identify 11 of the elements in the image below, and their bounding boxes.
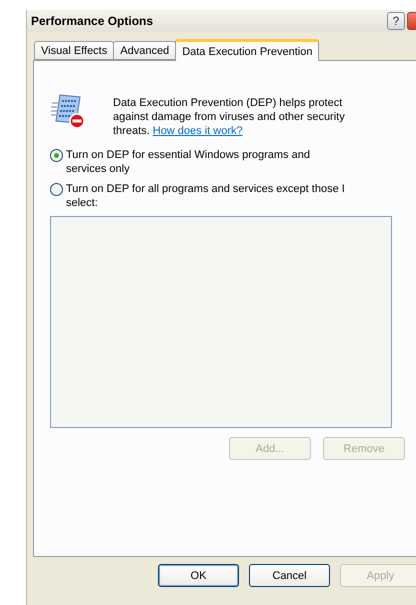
tab[interactable]: Visual Effects (34, 41, 114, 60)
dialog-button[interactable]: OK (158, 564, 239, 587)
radio-option[interactable]: Turn on DEP for essential Windows programs and services only (50, 148, 350, 176)
tab[interactable]: Advanced (113, 41, 176, 60)
help-button[interactable]: ? (387, 12, 405, 30)
dialog-button[interactable]: Cancel (249, 564, 330, 587)
radio-option[interactable]: Turn on DEP for all programs and services except those I select: (50, 182, 350, 210)
window-title: Performance Options (31, 14, 154, 28)
description-text: Data Execution Prevention (DEP) helps protect against damage from viruses and other security threats. How does it work? (113, 96, 346, 138)
help-link[interactable]: How does it work? (152, 125, 243, 137)
tab[interactable]: Data Execution Prevention (175, 39, 320, 61)
